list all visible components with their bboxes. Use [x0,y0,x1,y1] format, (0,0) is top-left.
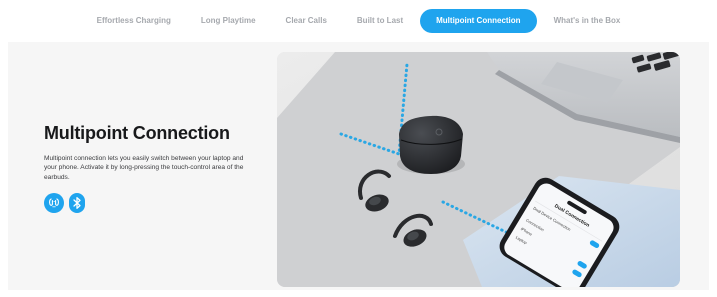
tab-built-to-last[interactable]: Built to Last [342,9,418,33]
feature-title: Multipoint Connection [44,123,230,143]
tab-whats-in-the-box[interactable]: What's in the Box [539,9,636,33]
feature-tab-bar: Effortless Charging Long Playtime Clear … [0,0,717,42]
tab-multipoint-connection[interactable]: Multipoint Connection [420,9,537,33]
product-image-earbuds-laptop-phone: Dual Connection Dual Device Connection C… [277,52,680,287]
product-photo-illustration: Dual Connection Dual Device Connection C… [277,52,680,287]
tab-long-playtime[interactable]: Long Playtime [186,9,271,33]
dual-device-icon [44,193,64,213]
bluetooth-icon [69,193,85,213]
feature-icons [44,193,85,213]
tab-clear-calls[interactable]: Clear Calls [271,9,342,33]
feature-description: Multipoint connection lets you easily sw… [44,155,244,181]
tab-effortless-charging[interactable]: Effortless Charging [82,9,186,33]
